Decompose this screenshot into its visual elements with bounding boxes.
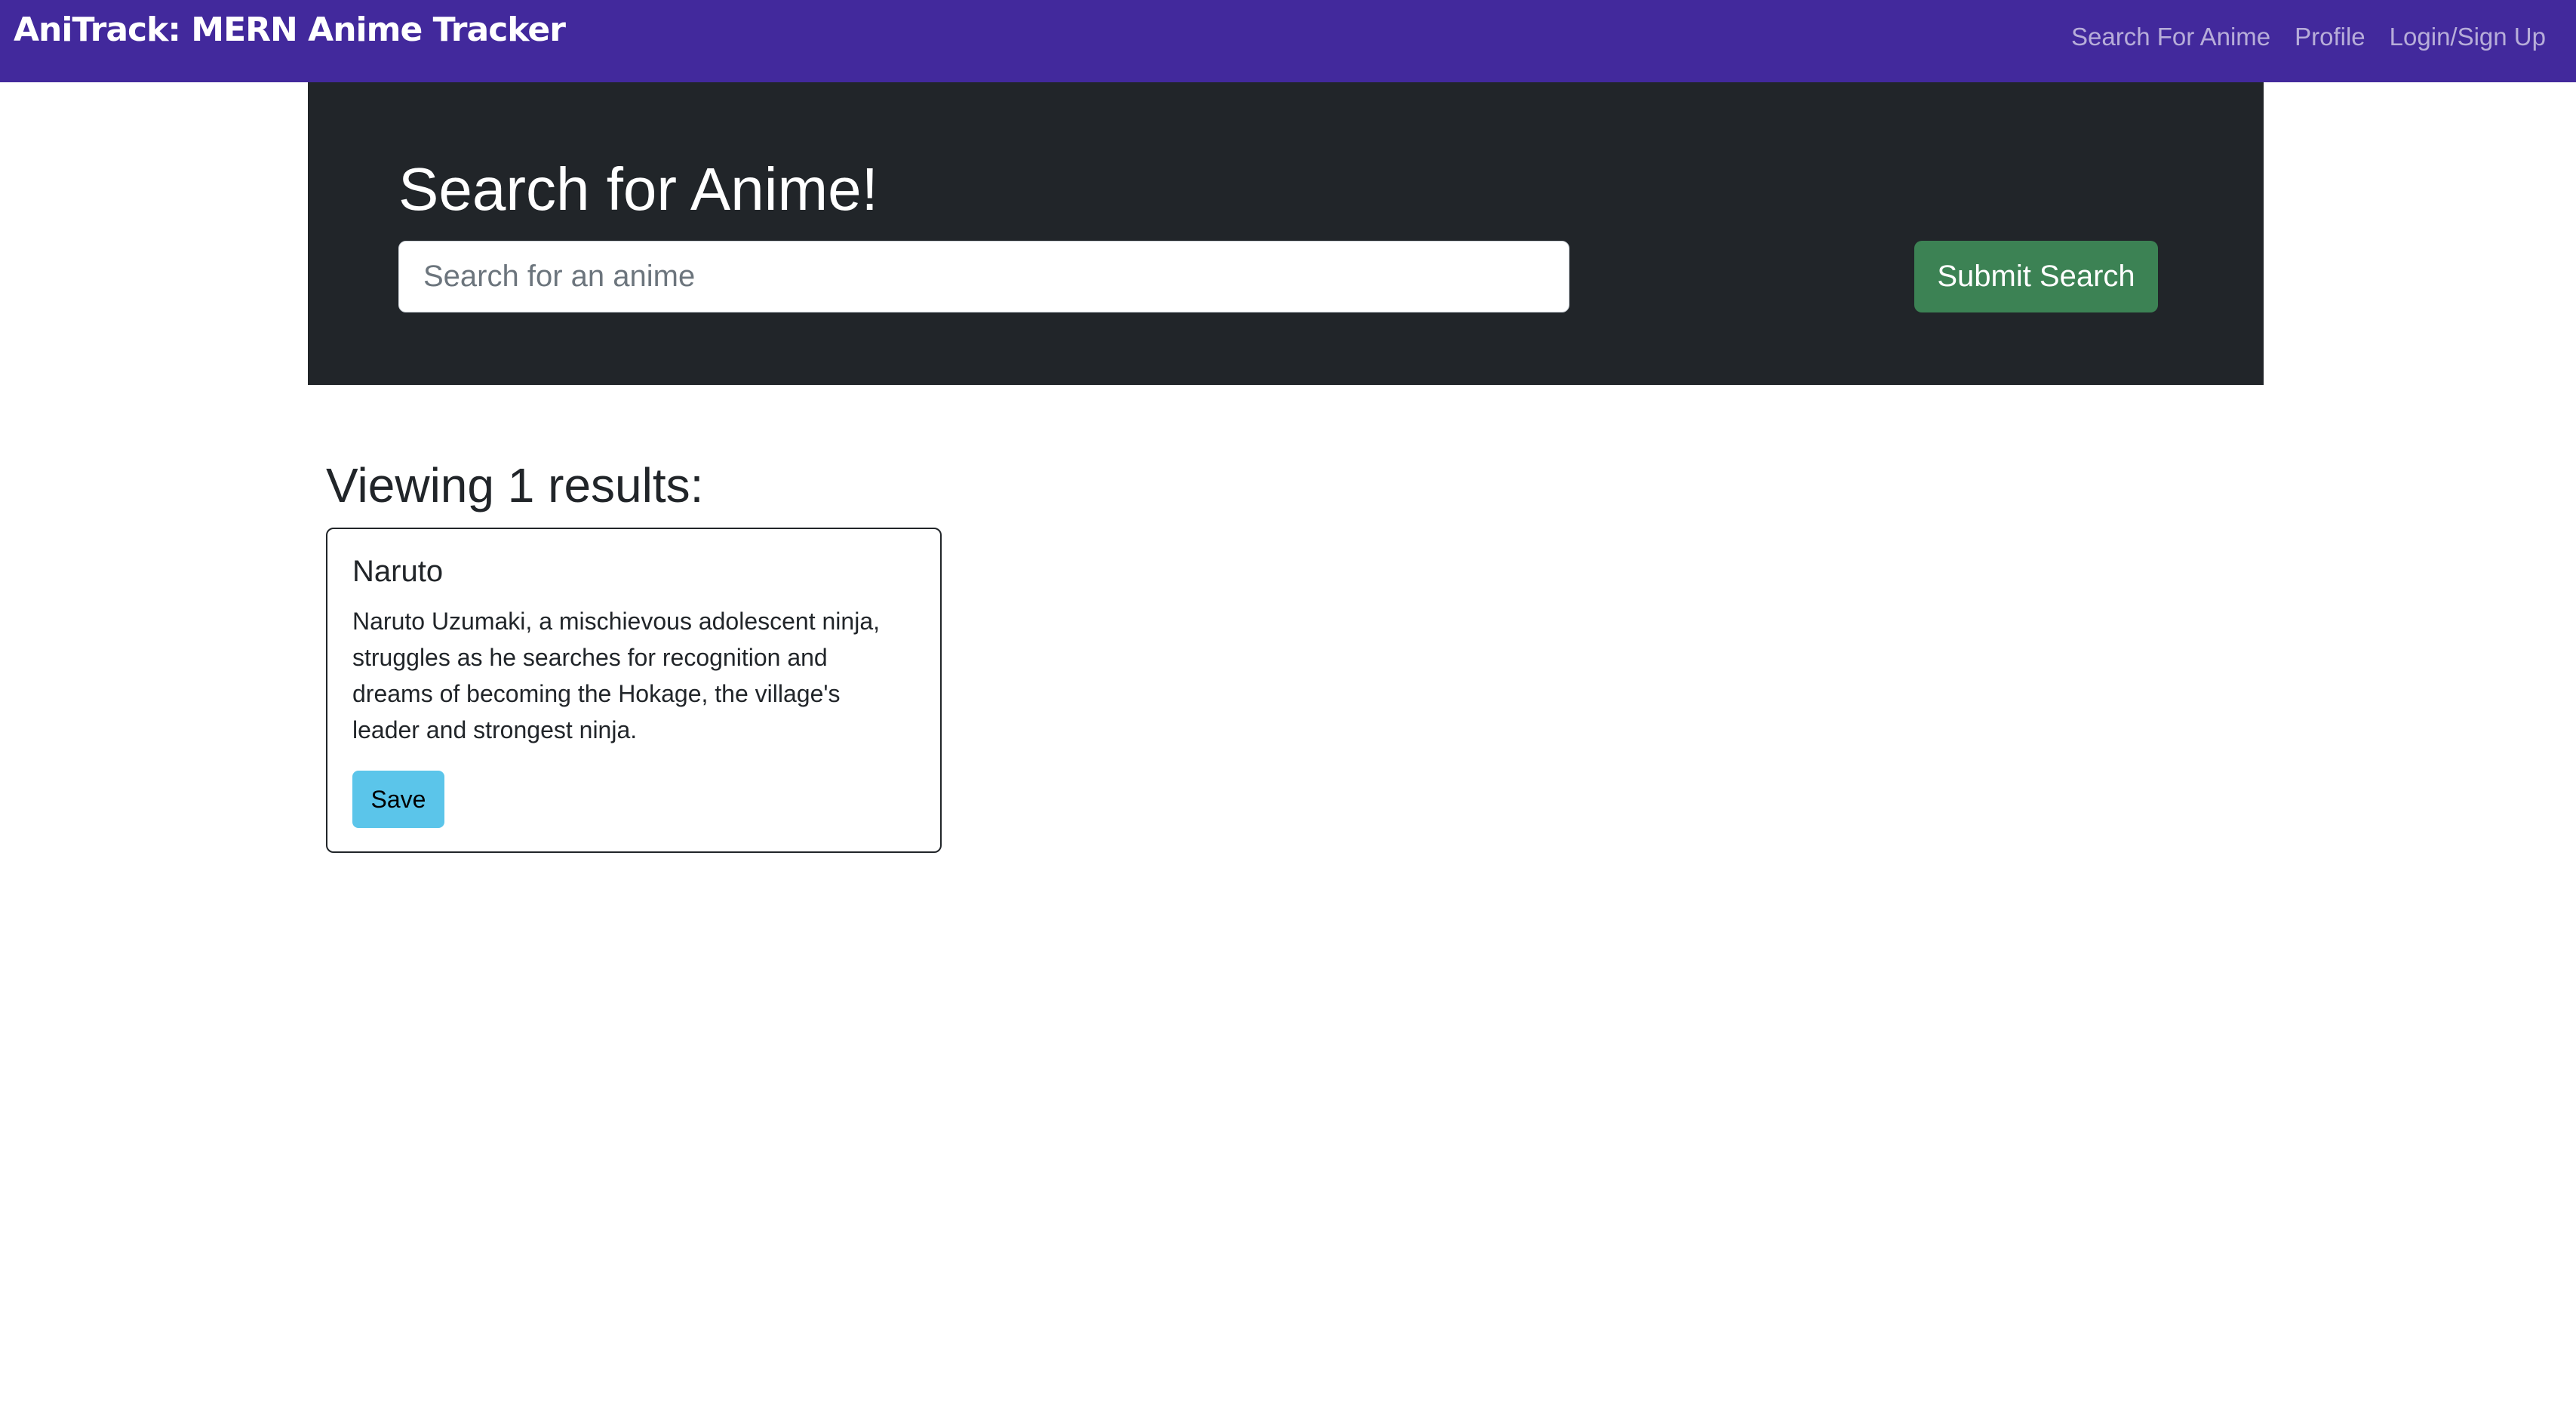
results-heading: Viewing 1 results: — [326, 458, 704, 513]
navbar: AniTrack: MERN Anime Tracker Search For … — [0, 0, 2576, 82]
search-hero: Search for Anime! Submit Search — [308, 82, 2264, 385]
search-input[interactable] — [398, 241, 1569, 312]
brand-logo-text[interactable]: AniTrack: MERN Anime Tracker — [14, 11, 566, 49]
submit-search-button[interactable]: Submit Search — [1914, 241, 2158, 312]
page-title: Search for Anime! — [398, 155, 878, 223]
save-button[interactable]: Save — [352, 771, 444, 828]
nav-links: Search For Anime Profile Login/Sign Up — [2071, 0, 2546, 73]
nav-link-search-for-anime[interactable]: Search For Anime — [2071, 23, 2270, 51]
anime-description: Naruto Uzumaki, a mischievous adolescent… — [352, 608, 880, 743]
anime-title: Naruto — [352, 555, 444, 588]
nav-link-profile[interactable]: Profile — [2295, 23, 2365, 51]
nav-link-login-signup[interactable]: Login/Sign Up — [2390, 23, 2546, 51]
anime-result-card: Naruto Naruto Uzumaki, a mischievous ado… — [326, 528, 942, 853]
